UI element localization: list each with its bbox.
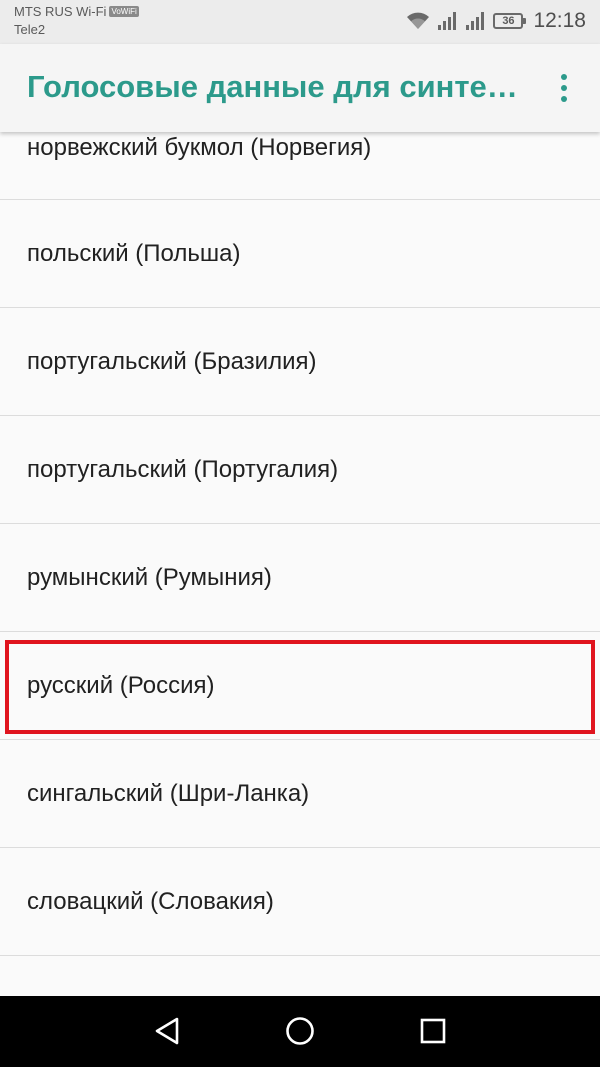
- screen: MTS RUS Wi-Fi VoWiFi Tele2 36 12:18 Голо…: [0, 0, 600, 1067]
- vowifi-badge: VoWiFi: [109, 6, 139, 17]
- list-item[interactable]: португальский (Бразилия): [0, 308, 600, 416]
- wifi-icon: [405, 11, 431, 31]
- language-label: норвежский букмол (Норвегия): [27, 134, 372, 161]
- navigation-bar: [0, 996, 600, 1067]
- page-title: Голосовые данные для синте…: [27, 69, 518, 104]
- list-item[interactable]: словацкий (Словакия): [0, 848, 600, 956]
- highlight-box: [5, 640, 595, 734]
- language-label: португальский (Португалия): [27, 456, 339, 483]
- home-circle-icon: [286, 1017, 314, 1045]
- clock: 12:18: [533, 9, 586, 32]
- signal-2-icon: [465, 11, 487, 31]
- more-options-icon[interactable]: [550, 70, 578, 106]
- list-item[interactable]: польский (Польша): [0, 200, 600, 308]
- language-label: сингальский (Шри-Ланка): [27, 780, 310, 807]
- dot-icon: [561, 74, 567, 80]
- status-icons: 36 12:18: [405, 8, 586, 34]
- battery-icon: 36: [493, 13, 527, 29]
- carrier-line-1: MTS RUS Wi-Fi VoWiFi: [14, 4, 139, 19]
- list-item[interactable]: румынский (Румыния): [0, 524, 600, 632]
- carrier-2-label: Tele2: [14, 22, 46, 37]
- language-label: словацкий (Словакия): [27, 888, 274, 915]
- carrier-1-label: MTS RUS Wi-Fi: [14, 4, 107, 19]
- language-list[interactable]: норвежский букмол (Норвегия) польский (П…: [0, 92, 600, 996]
- list-item[interactable]: сингальский (Шри-Ланка): [0, 740, 600, 848]
- status-bar: MTS RUS Wi-Fi VoWiFi Tele2 36 12:18: [0, 0, 600, 44]
- dot-icon: [561, 96, 567, 102]
- app-bar: Голосовые данные для синте…: [0, 44, 600, 132]
- list-item[interactable]: португальский (Португалия): [0, 416, 600, 524]
- back-triangle-icon: [155, 1017, 179, 1045]
- home-button[interactable]: [282, 1013, 318, 1049]
- language-label: португальский (Бразилия): [27, 348, 317, 375]
- back-button[interactable]: [149, 1013, 185, 1049]
- list-item[interactable]: [0, 956, 600, 996]
- language-label: румынский (Румыния): [27, 564, 272, 591]
- dot-icon: [561, 85, 567, 91]
- signal-1-icon: [437, 11, 459, 31]
- recents-square-icon: [420, 1018, 446, 1044]
- language-label: польский (Польша): [27, 240, 241, 267]
- recents-button[interactable]: [415, 1013, 451, 1049]
